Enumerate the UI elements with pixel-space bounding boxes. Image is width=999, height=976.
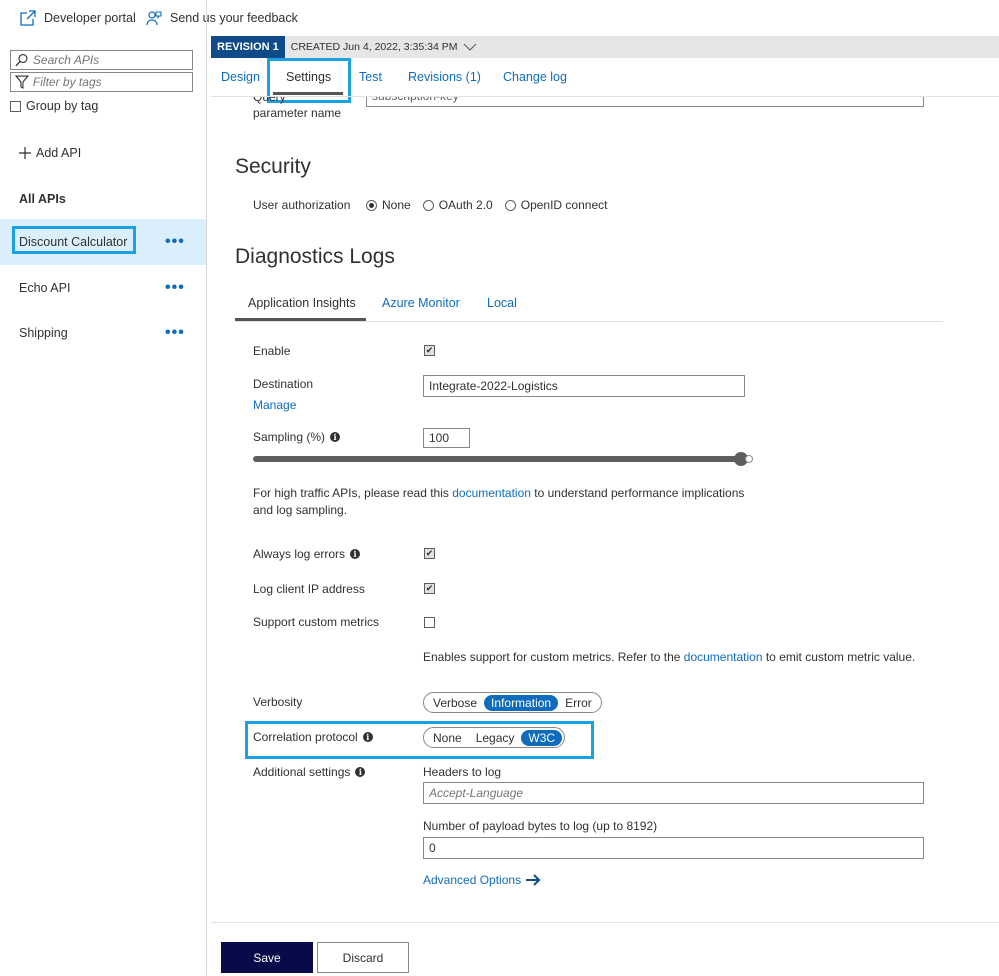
- revision-created[interactable]: CREATED Jun 4, 2022, 3:35:34 PM: [291, 41, 478, 53]
- custom-metrics-note: Enables support for custom metrics. Refe…: [423, 650, 915, 664]
- subtab-application-insights[interactable]: Application Insights: [248, 296, 356, 310]
- log-client-ip-checkbox[interactable]: ✔: [424, 583, 435, 594]
- all-apis-heading: All APIs: [19, 192, 66, 206]
- always-log-errors-checkbox[interactable]: ✔: [424, 548, 435, 559]
- sampling-note-prefix: For high traffic APIs, please read this: [253, 486, 453, 500]
- verbosity-toggle[interactable]: Verbose Information Error: [423, 692, 602, 713]
- group-by-tag-label: Group by tag: [26, 99, 99, 113]
- verbosity-information[interactable]: Information: [484, 694, 559, 711]
- metrics-documentation-link[interactable]: documentation: [684, 650, 763, 664]
- api-item-label: Shipping: [19, 326, 68, 340]
- radio-none-label: None: [382, 198, 411, 212]
- info-icon[interactable]: i: [350, 549, 361, 559]
- api-item-label: Echo API: [19, 281, 71, 295]
- correlation-protocol-wrap: Correlation protocol i: [253, 730, 373, 744]
- sampling-label: Sampling (%): [253, 430, 326, 444]
- verbosity-label: Verbosity: [253, 695, 303, 709]
- search-apis-box[interactable]: [10, 50, 193, 70]
- footer-divider: [211, 922, 999, 923]
- sampling-slider-track[interactable]: [253, 456, 751, 462]
- search-apis-input[interactable]: [32, 53, 192, 67]
- group-by-tag[interactable]: Group by tag: [10, 99, 98, 113]
- radio-none[interactable]: None: [366, 198, 411, 212]
- tab-revisions[interactable]: Revisions (1): [408, 70, 481, 84]
- filter-icon: [15, 75, 29, 89]
- payload-bytes-input[interactable]: 0: [423, 837, 924, 859]
- info-icon[interactable]: i: [330, 432, 341, 442]
- radio-oauth-label: OAuth 2.0: [438, 198, 493, 212]
- always-log-errors-label: Always log errors: [253, 547, 346, 561]
- api-item-shipping[interactable]: Shipping •••: [0, 310, 206, 356]
- info-icon[interactable]: i: [362, 732, 373, 742]
- advanced-options-label: Advanced Options: [423, 873, 522, 887]
- chevron-down-icon: [464, 43, 477, 51]
- additional-settings-label: Additional settings: [253, 765, 351, 779]
- query-param-input[interactable]: subscription-key: [366, 97, 924, 107]
- revision-created-label: CREATED Jun 4, 2022, 3:35:34 PM: [290, 41, 458, 53]
- query-param-label: Query parameter name: [253, 97, 342, 120]
- always-log-errors-wrap: Always log errors i: [253, 547, 361, 561]
- documentation-link[interactable]: documentation: [452, 486, 531, 500]
- user-authorization-label: User authorization: [253, 198, 351, 212]
- manage-link[interactable]: Manage: [253, 398, 296, 412]
- correlation-protocol-label: Correlation protocol: [253, 730, 358, 744]
- radio-openid[interactable]: OpenID connect: [504, 198, 608, 212]
- revision-badge: REVISION 1: [211, 36, 285, 58]
- user-authorization-options: None OAuth 2.0 OpenID connect: [366, 198, 619, 212]
- metrics-note-suffix: to emit custom metric value.: [762, 650, 916, 664]
- radio-openid-label: OpenID connect: [520, 198, 608, 212]
- log-client-ip-label: Log client IP address: [253, 582, 365, 596]
- headers-to-log-input[interactable]: [423, 782, 924, 804]
- revision-bar: REVISION 1 CREATED Jun 4, 2022, 3:35:34 …: [211, 36, 999, 58]
- radio-oauth[interactable]: OAuth 2.0: [422, 198, 493, 212]
- subtab-local[interactable]: Local: [487, 296, 517, 310]
- sampling-label-wrap: Sampling (%) i: [253, 430, 341, 444]
- destination-input[interactable]: Integrate-2022-Logistics: [423, 375, 745, 397]
- plus-icon: [19, 147, 31, 159]
- advanced-options-link[interactable]: Advanced Options: [423, 873, 541, 887]
- metrics-note-prefix: Enables support for custom metrics. Refe…: [423, 650, 684, 664]
- tab-design[interactable]: Design: [221, 70, 260, 84]
- tab-change-log[interactable]: Change log: [503, 70, 567, 84]
- sampling-slider-end: [745, 455, 753, 463]
- payload-bytes-label: Number of payload bytes to log (up to 81…: [423, 819, 658, 833]
- group-by-tag-checkbox[interactable]: [10, 100, 21, 112]
- highlight-discount-calculator: [12, 226, 136, 254]
- subtabs-divider: [235, 321, 943, 322]
- tab-test[interactable]: Test: [359, 70, 382, 84]
- correlation-none[interactable]: None: [426, 730, 469, 746]
- security-heading: Security: [235, 155, 311, 178]
- discard-button[interactable]: Discard: [317, 942, 409, 973]
- sampling-note-suffix: to understand performance implications: [530, 486, 745, 500]
- verbosity-verbose[interactable]: Verbose: [426, 695, 484, 711]
- add-api-label: Add API: [36, 146, 82, 160]
- headers-to-log-label: Headers to log: [423, 765, 502, 779]
- diagnostics-heading: Diagnostics Logs: [235, 245, 395, 268]
- sampling-note-line2: and log sampling.: [253, 503, 348, 517]
- correlation-legacy[interactable]: Legacy: [469, 730, 522, 746]
- additional-settings-wrap: Additional settings i: [253, 765, 366, 779]
- sampling-note: For high traffic APIs, please read this …: [253, 485, 773, 519]
- more-options-icon[interactable]: •••: [165, 324, 185, 342]
- filter-tags-input[interactable]: [32, 75, 192, 89]
- save-button[interactable]: Save: [221, 942, 313, 973]
- verbosity-error[interactable]: Error: [558, 695, 599, 711]
- arrow-right-icon: [526, 874, 541, 886]
- destination-label: Destination: [253, 377, 314, 391]
- api-item-echo-api[interactable]: Echo API •••: [0, 265, 206, 311]
- subtab-azure-monitor[interactable]: Azure Monitor: [382, 296, 460, 310]
- filter-tags-box[interactable]: [10, 72, 193, 92]
- search-icon: [15, 53, 28, 67]
- correlation-protocol-toggle[interactable]: None Legacy W3C: [423, 727, 566, 748]
- info-icon[interactable]: i: [355, 767, 366, 777]
- correlation-w3c[interactable]: W3C: [521, 729, 563, 746]
- custom-metrics-checkbox[interactable]: [424, 617, 435, 628]
- sampling-input[interactable]: 100: [423, 428, 470, 448]
- add-api-button[interactable]: Add API: [18, 146, 81, 160]
- more-options-icon[interactable]: •••: [165, 233, 185, 251]
- enable-label: Enable: [253, 344, 291, 358]
- more-options-icon[interactable]: •••: [165, 279, 185, 297]
- custom-metrics-label: Support custom metrics: [253, 615, 380, 629]
- enable-checkbox[interactable]: ✔: [424, 345, 435, 356]
